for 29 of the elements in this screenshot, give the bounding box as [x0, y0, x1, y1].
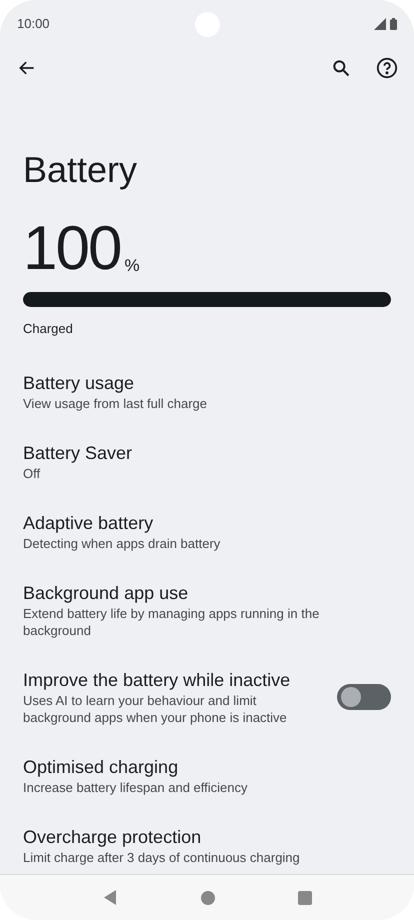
- setting-subtitle: View usage from last full charge: [23, 394, 208, 412]
- setting-subtitle: Uses AI to learn your behaviour and limit background apps when your phone is inactive: [23, 692, 288, 726]
- setting-title[interactable]: Optimised charging: [23, 754, 375, 778]
- setting-subtitle: Increase battery lifespan and efficiency: [23, 778, 249, 796]
- recents-nav-button[interactable]: [298, 890, 312, 904]
- setting-title[interactable]: Battery usage: [23, 370, 375, 394]
- battery-icon: [390, 18, 397, 30]
- setting-title[interactable]: Overcharge protection: [23, 824, 375, 848]
- page-title: Battery: [23, 148, 138, 192]
- home-nav-button[interactable]: [200, 890, 215, 904]
- setting-subtitle: Off: [23, 464, 42, 482]
- back-nav-button[interactable]: [102, 890, 118, 906]
- setting-subtitle: Limit charge after 3 days of continuous charging: [23, 848, 301, 866]
- percent-unit: %: [124, 254, 140, 276]
- status-time: 10:00: [17, 15, 50, 34]
- toggle-switch[interactable]: [337, 684, 391, 710]
- setting-subtitle: Extend battery life by managing apps running in the background: [23, 604, 320, 638]
- help-button[interactable]: [374, 55, 400, 81]
- setting-subtitle: Detecting when apps drain battery: [23, 534, 222, 552]
- help-icon: [376, 57, 398, 79]
- triangle-icon: [104, 890, 116, 905]
- charge-status: Charged: [23, 320, 74, 338]
- setting-title[interactable]: Background app use: [23, 580, 375, 604]
- search-icon: [331, 58, 351, 78]
- setting-title[interactable]: Adaptive battery: [23, 510, 375, 534]
- signal-icon: [374, 18, 386, 30]
- setting-title[interactable]: Battery Saver: [23, 440, 375, 464]
- battery-percentage: 100: [23, 218, 120, 280]
- setting-title[interactable]: Improve the battery while inactive: [23, 668, 321, 692]
